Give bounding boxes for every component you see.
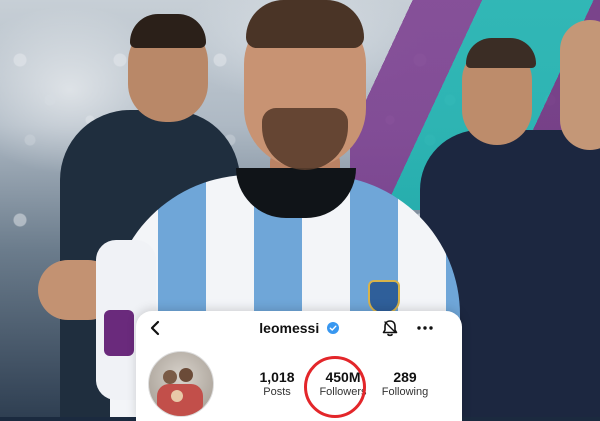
background-person-far-right: [560, 20, 600, 150]
more-options-button[interactable]: [414, 317, 436, 339]
more-horizontal-icon: [417, 326, 433, 330]
following-count: 289: [393, 369, 417, 385]
bell-icon: [382, 320, 398, 337]
followers-highlight-circle: [304, 356, 366, 418]
posts-stat[interactable]: 1,018 Posts: [242, 369, 312, 400]
avatar-figure: [171, 390, 183, 402]
notifications-button[interactable]: [379, 317, 401, 339]
posts-label: Posts: [263, 386, 291, 398]
profile-card: leomessi 1,018 Posts 450M Followers 289 …: [136, 311, 462, 421]
following-label: Following: [381, 386, 429, 398]
sleeve-patch: [104, 310, 134, 356]
verified-badge-icon: [326, 321, 339, 334]
player-hair: [246, 0, 364, 48]
background-person-right-hair: [466, 38, 536, 68]
background-person-left-hair: [130, 14, 206, 48]
avatar[interactable]: [148, 351, 214, 417]
profile-header: leomessi: [136, 311, 462, 345]
following-stat[interactable]: 289 Following: [370, 369, 440, 400]
posts-count: 1,018: [259, 369, 295, 385]
avatar-figure: [163, 370, 177, 384]
avatar-figure: [179, 368, 193, 382]
team-crest: [368, 280, 400, 314]
profile-username: leomessi: [259, 319, 320, 336]
